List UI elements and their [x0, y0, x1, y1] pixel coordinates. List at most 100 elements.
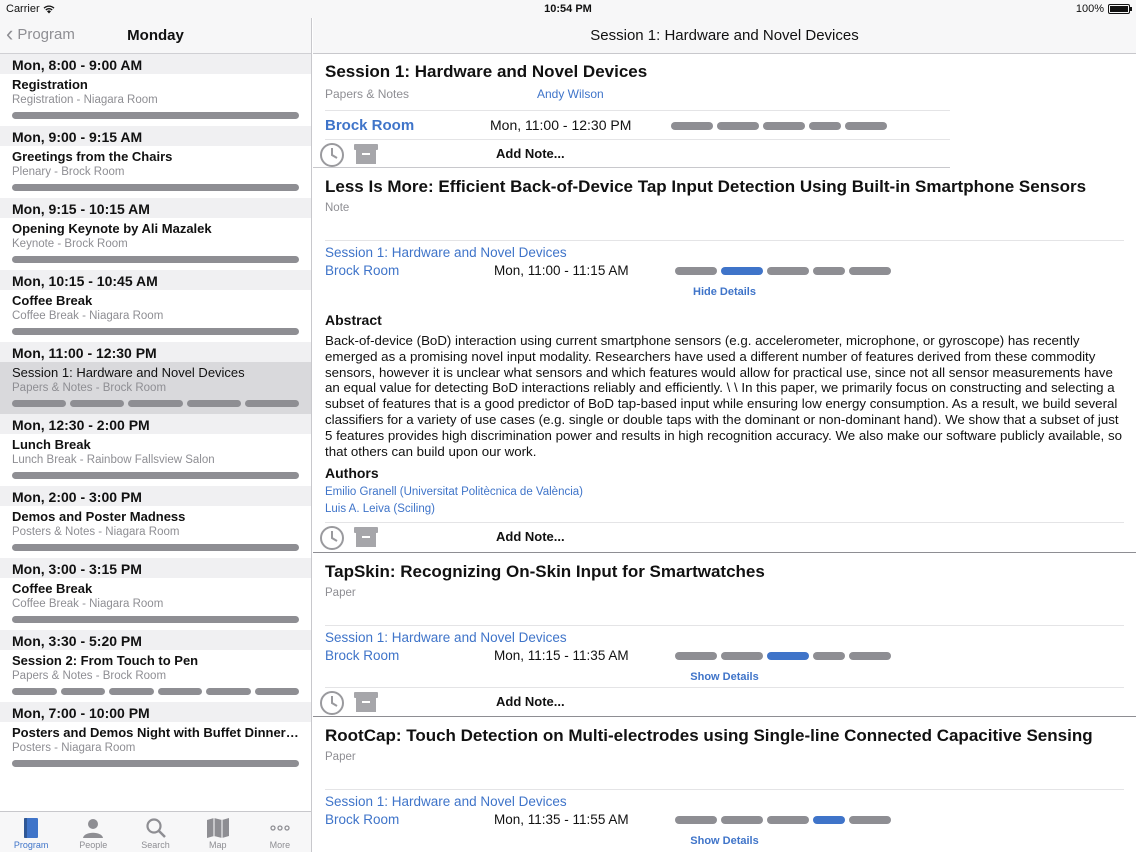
schedule-list[interactable]: Mon, 8:00 - 9:00 AM Registration Registrat…: [0, 54, 311, 811]
show-details-button[interactable]: Show Details: [313, 671, 1136, 683]
author-link[interactable]: Luis A. Leiva (Sciling): [325, 503, 435, 515]
schedule-item-subtitle: Papers & Notes - Brock Room: [12, 670, 167, 682]
timeline-segment: [813, 652, 845, 660]
schedule-item[interactable]: Opening Keynote by Ali Mazalek Keynote - …: [0, 218, 311, 270]
schedule-item-title: Opening Keynote by Ali Mazalek: [12, 221, 212, 236]
paper-session-link[interactable]: Session 1: Hardware and Novel Devices: [325, 245, 567, 260]
archive-icon[interactable]: [353, 690, 379, 714]
timeline-segment: [12, 616, 299, 623]
archive-icon[interactable]: [353, 142, 379, 166]
timeline-segment-active: [813, 816, 845, 824]
add-note-button[interactable]: Add Note...: [496, 529, 565, 544]
right-nav-title: Session 1: Hardware and Novel Devices: [590, 27, 859, 44]
session-title: Session 1: Hardware and Novel Devices: [325, 62, 648, 81]
status-time: 10:54 PM: [544, 3, 592, 15]
battery-icon: [1108, 4, 1132, 14]
schedule-panel: ‹ Program Monday Mon, 8:00 - 9:00 AM Regi…: [0, 18, 312, 852]
schedule-item[interactable]: Session 1: Hardware and Novel Devices Pap…: [0, 362, 311, 414]
session-time: Mon, 11:00 - 12:30 PM: [490, 117, 632, 133]
battery-label: 100%: [1075, 3, 1104, 15]
clock-icon[interactable]: [319, 142, 345, 168]
archive-icon[interactable]: [353, 525, 379, 549]
timeline-segment: [12, 256, 299, 263]
timeline-segment: [849, 267, 891, 275]
paper-time: Mon, 11:35 - 11:55 AM: [494, 812, 629, 827]
session-timeline: [671, 122, 887, 130]
schedule-item[interactable]: Coffee Break Coffee Break - Niagara Room: [0, 578, 311, 630]
slot-time-header: Mon, 2:00 - 3:00 PM: [0, 486, 311, 506]
tab-program[interactable]: Program: [0, 812, 62, 852]
session-content[interactable]: Session 1: Hardware and Novel Devices Pa…: [313, 54, 1136, 852]
paper-card: Less Is More: Efficient Back-of-Device T…: [313, 168, 1136, 553]
schedule-item[interactable]: Lunch Break Lunch Break - Rainbow Fallsvi…: [0, 434, 311, 486]
paper-room-link[interactable]: Brock Room: [325, 812, 399, 827]
timeline-segment: [809, 122, 841, 130]
paper-timeline: [675, 652, 891, 660]
slot-time-header: Mon, 9:15 - 10:15 AM: [0, 198, 311, 218]
tab-people[interactable]: People: [62, 812, 124, 852]
schedule-item-title: Lunch Break: [12, 437, 91, 452]
paper-session-link[interactable]: Session 1: Hardware and Novel Devices: [325, 794, 567, 809]
slot-time-header: Mon, 7:00 - 10:00 PM: [0, 702, 311, 722]
timeline-segment: [767, 816, 809, 824]
timeline-segment: [244, 400, 300, 407]
paper-title: RootCap: Touch Detection on Multi-electr…: [325, 726, 1093, 745]
author-link[interactable]: Emilio Granell (Universitat Politècnica …: [325, 486, 583, 498]
paper-action-row: Add Note...: [313, 523, 1136, 551]
tab-label: Search: [141, 840, 170, 850]
tab-label: Map: [208, 840, 227, 850]
schedule-item[interactable]: Coffee Break Coffee Break - Niagara Room: [0, 290, 311, 342]
timeline-segment: [12, 112, 299, 119]
timeline-segment: [845, 122, 887, 130]
show-details-button[interactable]: Show Details: [313, 835, 1136, 847]
paper-title: TapSkin: Recognizing On-Skin Input for S…: [325, 562, 765, 581]
schedule-item[interactable]: Registration Registration - Niagara Room: [0, 74, 311, 126]
timeline-segment-active: [721, 267, 763, 275]
timeline-segment: [109, 688, 154, 695]
tab-label: More: [269, 840, 291, 850]
schedule-item-timeline: [12, 112, 299, 119]
book-icon: [0, 816, 62, 840]
schedule-item-title: Session 2: From Touch to Pen: [12, 653, 199, 668]
timeline-segment: [813, 267, 845, 275]
paper-time: Mon, 11:15 - 11:35 AM: [494, 648, 629, 663]
timeline-segment: [128, 400, 183, 407]
paper-room-link[interactable]: Brock Room: [325, 648, 399, 663]
session-room-link[interactable]: Brock Room: [325, 117, 414, 134]
hide-details-button[interactable]: Hide Details: [313, 286, 1136, 298]
clock-icon[interactable]: [319, 525, 345, 551]
schedule-item-timeline: [12, 544, 299, 551]
timeline-segment: [157, 688, 202, 695]
add-note-button[interactable]: Add Note...: [496, 694, 565, 709]
left-nav-bar: ‹ Program Monday: [0, 18, 311, 54]
schedule-item-subtitle: Lunch Break - Rainbow Fallsview Salon: [12, 454, 215, 466]
paper-type: Paper: [325, 587, 356, 599]
schedule-item[interactable]: Posters and Demos Night with Buffet Dinn…: [0, 722, 311, 774]
schedule-item-timeline: [12, 688, 299, 695]
abstract-heading: Abstract: [325, 312, 382, 328]
divider: [325, 789, 1124, 790]
paper-type: Paper: [325, 751, 356, 763]
paper-session-link[interactable]: Session 1: Hardware and Novel Devices: [325, 630, 567, 645]
tab-more[interactable]: More: [249, 812, 311, 852]
schedule-item-title: Registration: [12, 77, 88, 92]
slot-time-header: Mon, 3:30 - 5:20 PM: [0, 630, 311, 650]
timeline-segment: [70, 400, 125, 407]
timeline-segment: [849, 816, 891, 824]
schedule-item[interactable]: Greetings from the Chairs Plenary - Brock…: [0, 146, 311, 198]
add-note-button[interactable]: Add Note...: [496, 146, 565, 161]
schedule-item[interactable]: Session 2: From Touch to Pen Papers & Not…: [0, 650, 311, 702]
schedule-item[interactable]: Demos and Poster Madness Posters & Notes …: [0, 506, 311, 558]
tab-search[interactable]: Search: [124, 812, 186, 852]
tab-map[interactable]: Map: [187, 812, 249, 852]
clock-icon[interactable]: [319, 690, 345, 716]
schedule-item-title: Posters and Demos Night with Buffet Dinn…: [12, 725, 299, 740]
schedule-item-subtitle: Plenary - Brock Room: [12, 166, 125, 178]
slot-time-header: Mon, 10:15 - 10:45 AM: [0, 270, 311, 290]
timeline-segment: [671, 122, 713, 130]
timeline-segment: [717, 122, 759, 130]
session-type: Papers & Notes: [325, 87, 410, 101]
paper-room-link[interactable]: Brock Room: [325, 263, 399, 278]
session-chair-link[interactable]: Andy Wilson: [537, 87, 604, 101]
schedule-item-title: Session 1: Hardware and Novel Devices: [12, 365, 245, 380]
